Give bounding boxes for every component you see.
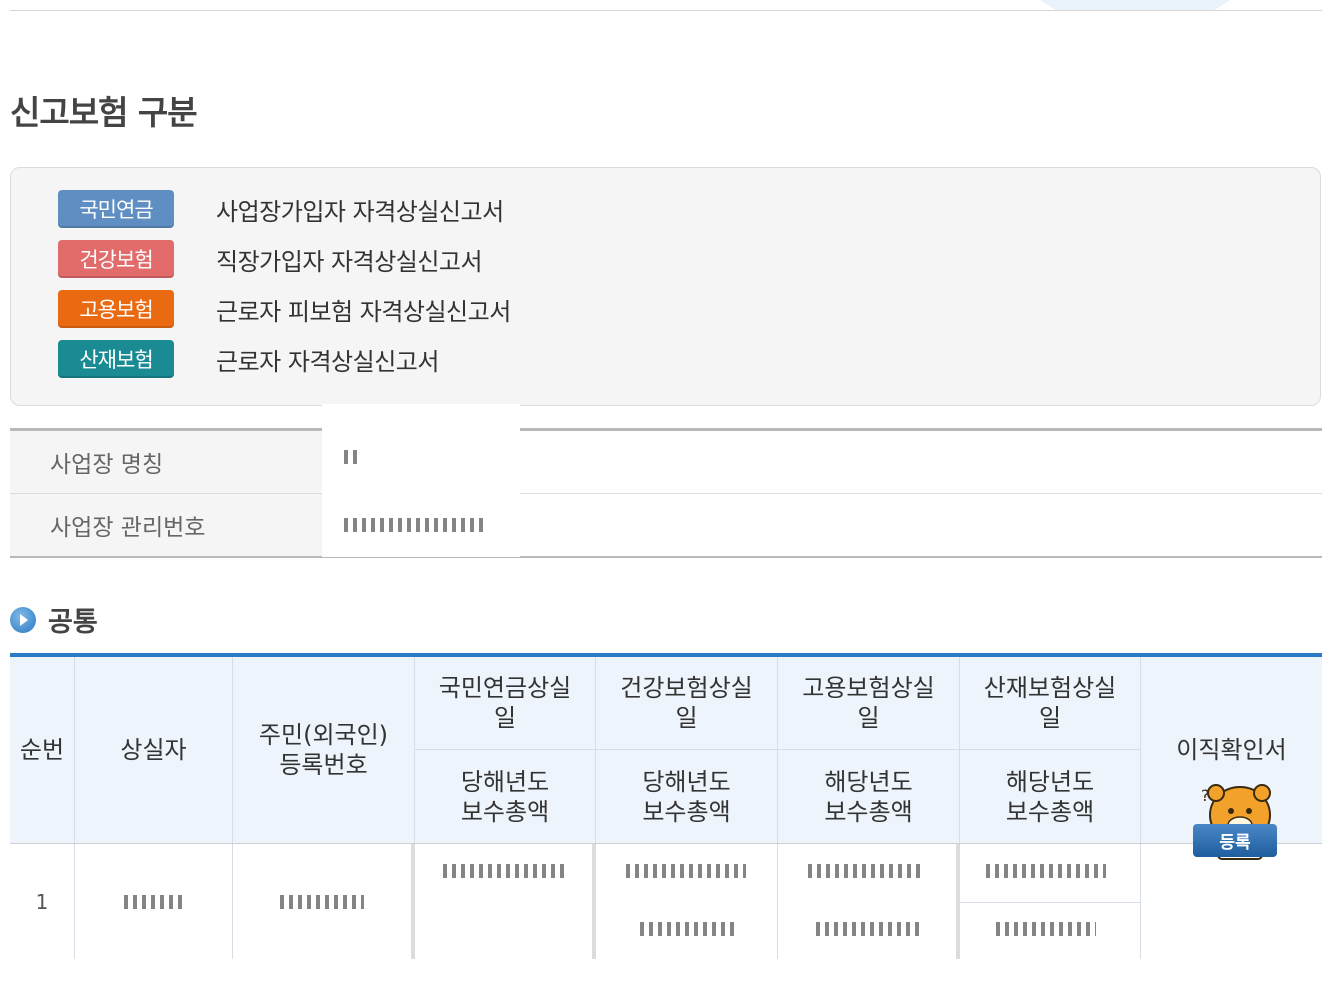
employment-desc: 근로자 피보험 자격상실신고서 [216, 297, 511, 326]
play-circle-icon [10, 606, 36, 633]
header-np-total: 당해년도 보수총액 [415, 750, 596, 843]
workplace-info: 사업장 명칭 사업장 관리번호 [10, 428, 1322, 558]
workplace-name-row: 사업장 명칭 [10, 431, 1322, 493]
workplace-name-label: 사업장 명칭 [10, 431, 322, 493]
header-hi-total: 당해년도 보수총액 [596, 750, 778, 843]
cell-seq: 1 [10, 844, 75, 959]
workplace-number-label: 사업장 관리번호 [10, 494, 322, 556]
workplace-number-row: 사업장 관리번호 [10, 494, 1322, 556]
masked-ei-total [816, 922, 924, 936]
loss-table: 순번 상실자 주민(외국인) 등록번호 국민연금상실 일 건강보험상실 일 고용… [10, 653, 1322, 959]
svg-text:?: ? [1201, 786, 1210, 805]
top-decoration [1040, 0, 1230, 10]
masked-ia-total [996, 922, 1096, 936]
header-ia-total: 해당년도 보수총액 [960, 750, 1141, 843]
masked-id [280, 894, 364, 909]
industrial-desc: 근로자 자격상실신고서 [216, 347, 439, 376]
insurance-row-health: 건강보험 직장가입자 자격상실신고서 [58, 240, 483, 278]
insurance-row-industrial: 산재보험 근로자 자격상실신고서 [58, 340, 439, 378]
header-id: 주민(외국인) 등록번호 [233, 657, 415, 843]
cell-id [233, 844, 415, 959]
masked-hi-total [640, 922, 736, 936]
masked-number [344, 518, 484, 532]
cell-hi-date [596, 844, 778, 959]
masked-hi-date [626, 864, 746, 878]
employment-badge: 고용보험 [58, 290, 174, 328]
register-button[interactable]: 등록 [1193, 824, 1277, 857]
health-badge: 건강보험 [58, 240, 174, 278]
cell-split [960, 902, 1141, 903]
masked-area [322, 404, 520, 557]
cell-ei-date [778, 844, 960, 959]
header-hi-date: 건강보험상실 일 [596, 657, 778, 749]
header-ei-date: 고용보험상실 일 [778, 657, 960, 749]
section-common: 공통 [10, 600, 98, 639]
pension-desc: 사업장가입자 자격상실신고서 [216, 197, 504, 226]
masked-ei-date [808, 864, 924, 878]
masked-person [123, 894, 184, 909]
section-title: 공통 [48, 607, 98, 638]
page-title: 신고보험 구분 [10, 93, 198, 132]
masked-np-date [443, 864, 567, 878]
health-desc: 직장가입자 자격상실신고서 [216, 247, 483, 276]
header-seq: 순번 [10, 657, 75, 843]
pension-badge: 국민연금 [58, 190, 174, 228]
insurance-row-employment: 고용보험 근로자 피보험 자격상실신고서 [58, 290, 511, 328]
insurance-row-pension: 국민연금 사업장가입자 자격상실신고서 [58, 190, 504, 228]
top-divider [10, 10, 1322, 11]
header-person: 상실자 [75, 657, 233, 843]
header-ei-total: 해당년도 보수총액 [778, 750, 960, 843]
cell-person [75, 844, 233, 959]
industrial-badge: 산재보험 [58, 340, 174, 378]
header-np-date: 국민연금상실 일 [415, 657, 596, 749]
masked-name [344, 450, 360, 464]
header-ia-date: 산재보험상실 일 [960, 657, 1141, 749]
cell-np-date [415, 844, 596, 959]
masked-ia-date [986, 864, 1106, 878]
